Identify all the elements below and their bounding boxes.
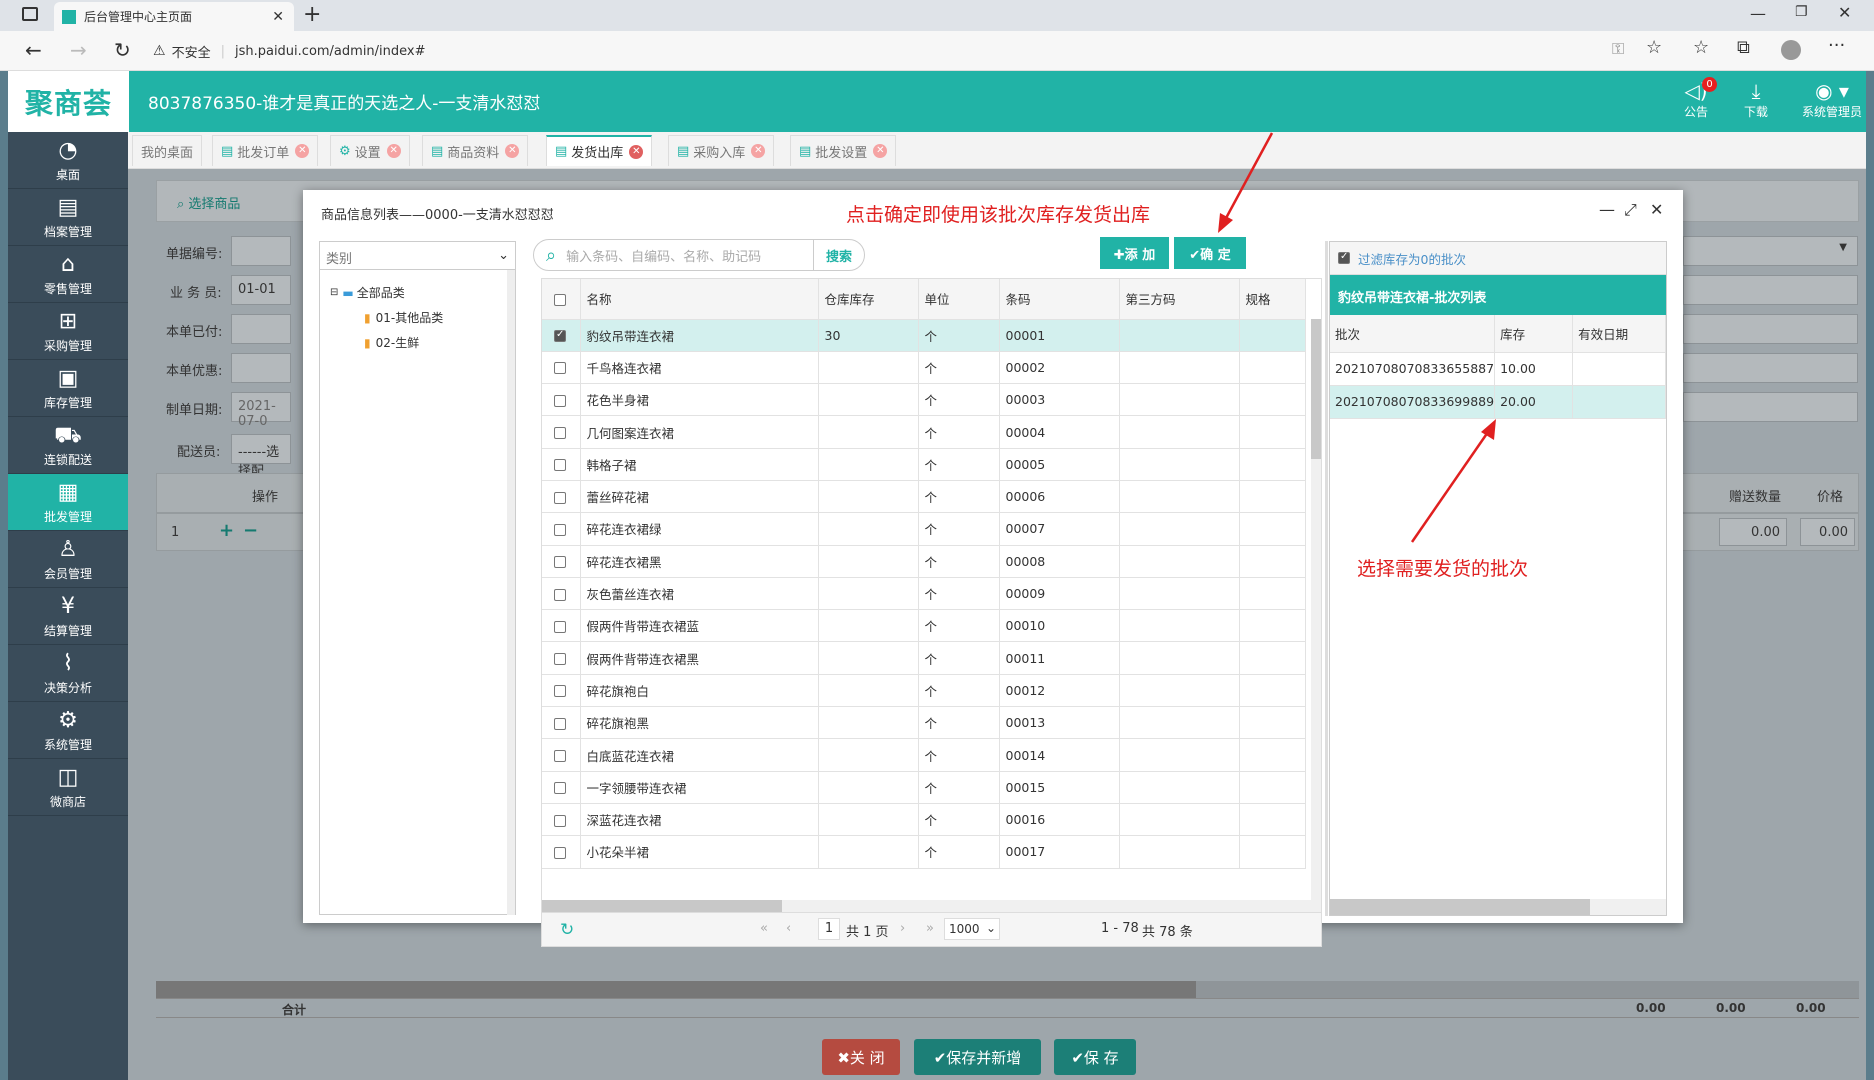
- arrow-to-batch: [1410, 431, 1490, 543]
- arrow-head-confirm: [1218, 213, 1233, 233]
- annotation-arrows: [1218, 132, 1496, 543]
- arrow-to-confirm: [1223, 132, 1274, 221]
